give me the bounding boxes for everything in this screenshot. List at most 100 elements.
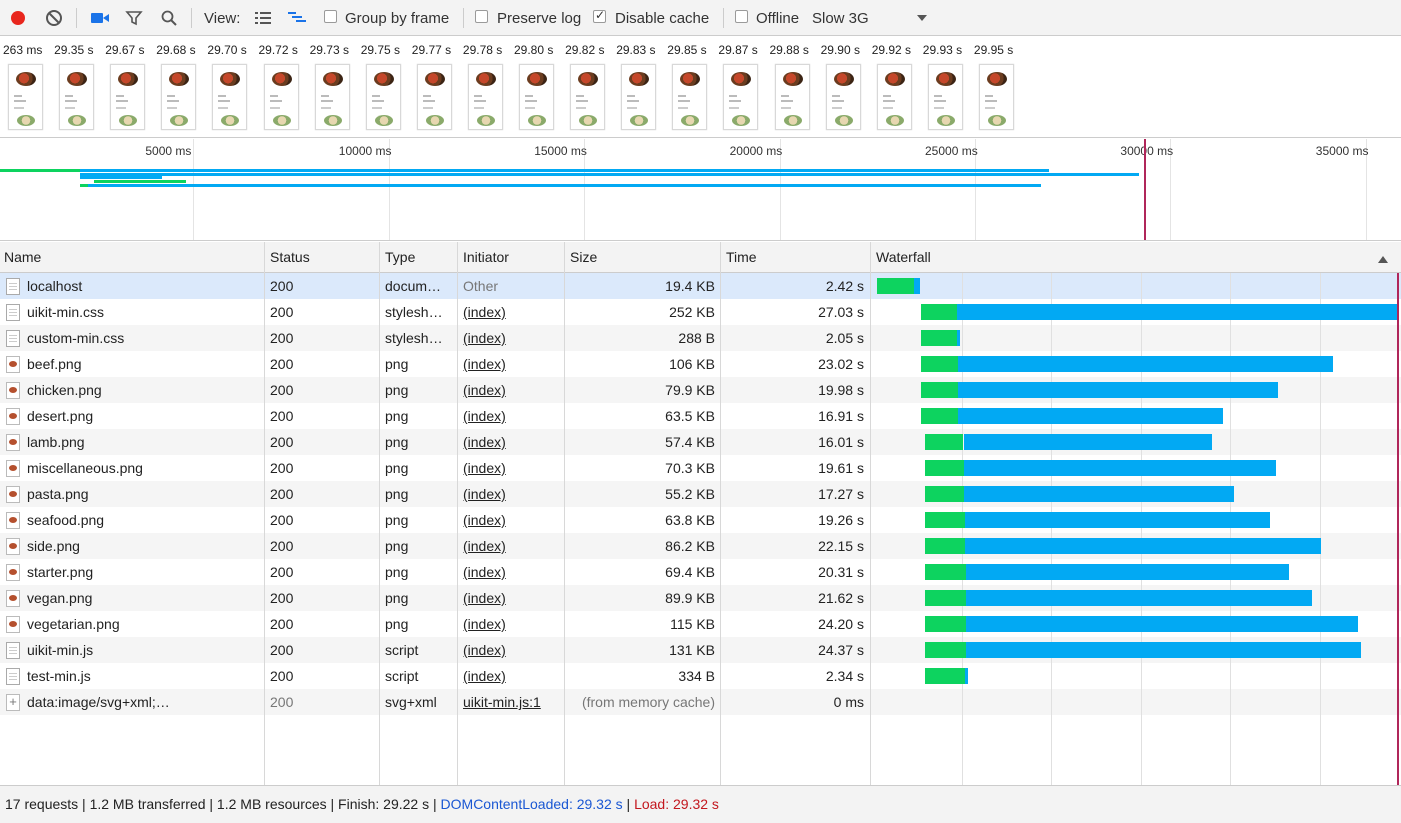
filmstrip-frame[interactable]: 29.72 s (259, 43, 310, 135)
column-header-initiator[interactable]: Initiator (459, 242, 509, 273)
waterfall-download-bar[interactable] (965, 512, 1270, 528)
column-divider[interactable] (870, 242, 871, 785)
request-name[interactable]: test-min.js (27, 663, 262, 689)
column-header-status[interactable]: Status (266, 242, 310, 273)
waterfall-waiting-bar[interactable] (877, 278, 915, 294)
waterfall-waiting-bar[interactable] (925, 590, 967, 606)
request-initiator[interactable]: (index) (463, 351, 561, 377)
record-icon[interactable] (8, 8, 28, 28)
filmstrip-frame[interactable]: 29.73 s (310, 43, 361, 135)
timeline-overview[interactable]: 5000 ms 10000 ms 15000 ms 20000 ms 25000 ms 3… (0, 139, 1401, 241)
filmstrip-frame[interactable]: 29.75 s (361, 43, 412, 135)
group-by-frame-checkbox[interactable] (324, 10, 337, 23)
request-initiator[interactable]: (index) (463, 611, 561, 637)
filmstrip-frame[interactable]: 29.87 s (718, 43, 769, 135)
waterfall-download-bar[interactable] (964, 486, 1235, 502)
request-initiator[interactable]: (index) (463, 403, 561, 429)
column-header-time[interactable]: Time (722, 242, 757, 273)
filmstrip-frame[interactable]: 29.68 s (156, 43, 207, 135)
request-initiator[interactable]: (index) (463, 559, 561, 585)
request-name[interactable]: pasta.png (27, 481, 262, 507)
column-header-size[interactable]: Size (566, 242, 597, 273)
waterfall-waiting-bar[interactable] (925, 616, 967, 632)
column-divider[interactable] (264, 242, 265, 785)
request-initiator[interactable]: (index) (463, 585, 561, 611)
request-name[interactable]: vegetarian.png (27, 611, 262, 637)
column-divider[interactable] (720, 242, 721, 785)
waterfall-waiting-bar[interactable] (925, 538, 966, 554)
waterfall-download-bar[interactable] (958, 356, 1333, 372)
waterfall-download-bar[interactable] (958, 408, 1224, 424)
filmstrip-frame[interactable]: 29.78 s (463, 43, 514, 135)
waterfall-waiting-bar[interactable] (920, 330, 958, 346)
filmstrip-frame[interactable]: 29.77 s (412, 43, 463, 135)
filmstrip-frame[interactable]: 29.67 s (105, 43, 156, 135)
filmstrip-frame[interactable]: 29.80 s (514, 43, 565, 135)
waterfall-download-bar[interactable] (966, 564, 1289, 580)
waterfall-download-bar[interactable] (965, 668, 969, 684)
request-initiator[interactable]: (index) (463, 429, 561, 455)
waterfall-waiting-bar[interactable] (925, 668, 966, 684)
waterfall-waiting-bar[interactable] (920, 382, 959, 398)
waterfall-waiting-bar[interactable] (925, 512, 966, 528)
sort-ascending-icon[interactable] (1377, 251, 1389, 267)
request-name[interactable]: desert.png (27, 403, 262, 429)
filmstrip-frame[interactable]: 29.70 s (207, 43, 258, 135)
chevron-down-icon[interactable] (912, 8, 932, 28)
column-header-type[interactable]: Type (381, 242, 415, 273)
filmstrip-frame[interactable]: 29.35 s (54, 43, 105, 135)
request-initiator[interactable]: (index) (463, 507, 561, 533)
request-name[interactable]: chicken.png (27, 377, 262, 403)
waterfall-waiting-bar[interactable] (920, 304, 958, 320)
request-name[interactable]: starter.png (27, 559, 262, 585)
request-name[interactable]: lamb.png (27, 429, 262, 455)
request-initiator[interactable]: uikit-min.js:1 (463, 689, 561, 715)
waterfall-download-bar[interactable] (914, 278, 921, 294)
request-name[interactable]: side.png (27, 533, 262, 559)
waterfall-waiting-bar[interactable] (925, 434, 964, 450)
filmstrip-frame[interactable]: 263 ms (3, 43, 54, 135)
filmstrip-frame[interactable]: 29.95 s (974, 43, 1025, 135)
waterfall-download-bar[interactable] (966, 616, 1359, 632)
offline-checkbox[interactable] (735, 10, 748, 23)
column-divider[interactable] (457, 242, 458, 785)
request-name[interactable]: beef.png (27, 351, 262, 377)
filmstrip-frame[interactable]: 29.83 s (616, 43, 667, 135)
request-name[interactable]: uikit-min.css (27, 299, 262, 325)
capture-screenshots-icon[interactable] (90, 8, 110, 28)
waterfall-waiting-bar[interactable] (920, 408, 959, 424)
filmstrip-frame[interactable]: 29.90 s (821, 43, 872, 135)
waterfall-waiting-bar[interactable] (925, 564, 967, 580)
request-name[interactable]: miscellaneous.png (27, 455, 262, 481)
disable-cache-checkbox[interactable] (593, 8, 606, 23)
filmstrip-frame[interactable]: 29.85 s (667, 43, 718, 135)
filmstrip-frame[interactable]: 29.93 s (923, 43, 974, 135)
waterfall-download-bar[interactable] (965, 538, 1322, 554)
disable-cache-label[interactable]: Disable cache (615, 10, 709, 27)
waterfall-download-bar[interactable] (964, 460, 1277, 476)
column-header-name[interactable]: Name (0, 242, 41, 273)
request-name[interactable]: localhost (27, 273, 262, 299)
preserve-log-label[interactable]: Preserve log (497, 10, 581, 27)
group-by-frame-label[interactable]: Group by frame (345, 10, 449, 27)
filmstrip-frame[interactable]: 29.92 s (872, 43, 923, 135)
column-header-waterfall[interactable]: Waterfall (872, 242, 931, 273)
request-initiator[interactable]: (index) (463, 533, 561, 559)
column-divider[interactable] (379, 242, 380, 785)
request-name[interactable]: data:image/svg+xml;… (27, 689, 262, 715)
request-initiator[interactable]: (index) (463, 481, 561, 507)
search-icon[interactable] (159, 8, 179, 28)
request-name[interactable]: vegan.png (27, 585, 262, 611)
request-initiator[interactable]: (index) (463, 325, 561, 351)
waterfall-download-bar[interactable] (958, 382, 1279, 398)
column-divider[interactable] (564, 242, 565, 785)
waterfall-waiting-bar[interactable] (925, 642, 967, 658)
request-name[interactable]: custom-min.css (27, 325, 262, 351)
waterfall-waiting-bar[interactable] (925, 486, 965, 502)
overview-icon[interactable] (287, 8, 307, 28)
throttling-select[interactable]: Slow 3G (812, 10, 869, 27)
request-initiator[interactable]: (index) (463, 663, 561, 689)
filmstrip-frame[interactable]: 29.88 s (770, 43, 821, 135)
waterfall-download-bar[interactable] (957, 330, 961, 346)
filter-icon[interactable] (124, 8, 144, 28)
